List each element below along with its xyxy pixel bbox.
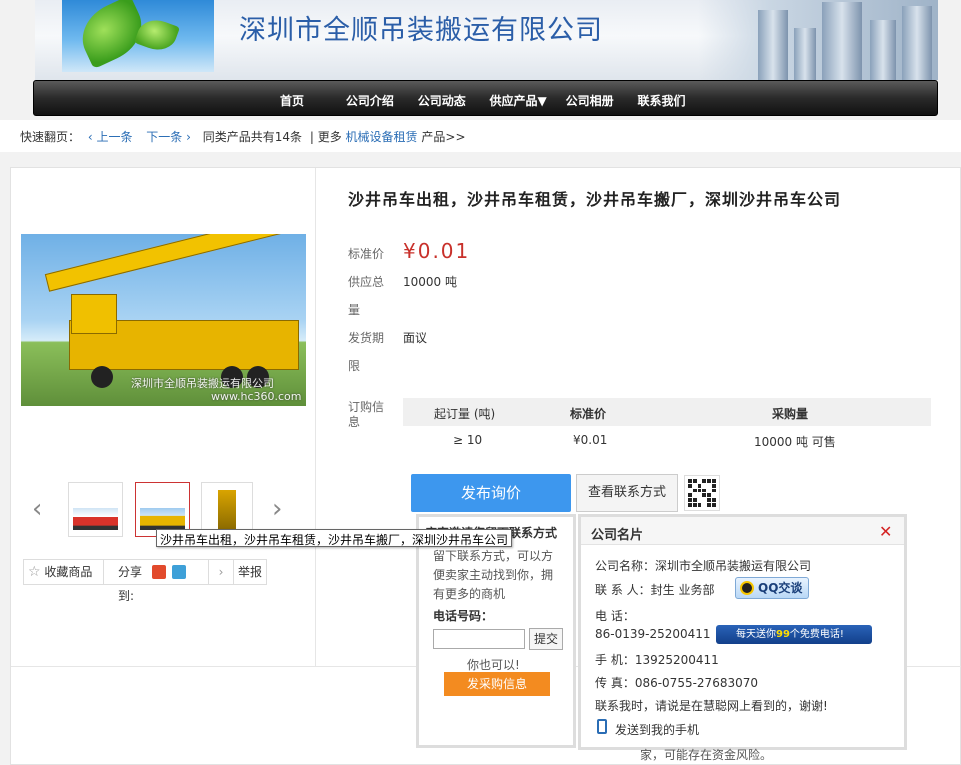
quick-nav-label: 快速翻页：	[20, 130, 81, 144]
share-weibo-icon[interactable]	[152, 565, 166, 579]
image-tooltip: 沙井吊车出租，沙井吊车租赁，沙井吊车搬厂，深圳沙井吊车公司	[156, 529, 513, 547]
more-prefix: | 更多	[309, 130, 342, 144]
header-price: 标准价	[570, 407, 607, 421]
panel-divider	[315, 168, 316, 666]
leave-contact-popup: 店家邀请您留下联系方式 留下联系方式，可以方便卖家主动找到你，拥有更多的商机 电…	[416, 514, 576, 748]
tel-value: 86-0139-25200411	[595, 627, 711, 641]
same-count-text: 同类产品共有14条	[202, 130, 303, 144]
qq-label: QQ交谈	[758, 581, 803, 595]
nav-album[interactable]: 公司相册	[566, 92, 614, 109]
delivery-label-2: 限	[348, 359, 361, 373]
watermark-line-1: 深圳市全顺吊装搬运有限公司	[131, 377, 274, 390]
nav-home[interactable]: 首页	[280, 92, 304, 109]
thumb-prev-icon[interactable]: ‹	[32, 496, 42, 522]
close-icon[interactable]: ✕	[879, 522, 892, 541]
crane-cab	[71, 294, 117, 334]
image-watermark: 深圳市全顺吊装搬运有限公司 www.hc360.com	[131, 377, 301, 403]
company-card-popup: 公司名片 ✕ 公司名称：深圳市全顺吊装搬运有限公司 联 系 人：封生 业务部 Q…	[578, 514, 907, 750]
view-contact-button[interactable]: 查看联系方式	[576, 474, 678, 512]
header-quantity: 采购量	[772, 407, 809, 421]
city-skyline-image	[698, 0, 938, 80]
phone-input[interactable]	[433, 629, 525, 649]
cell-min-order: ≥ 10	[453, 433, 483, 447]
qq-chat-button[interactable]: QQ交谈	[735, 577, 809, 599]
post-purchase-button[interactable]: 发采购信息	[444, 672, 550, 696]
report-label: 举报	[238, 565, 263, 579]
report-button[interactable]: 举报	[234, 560, 268, 584]
nav-products[interactable]: 供应产品▼	[490, 92, 547, 109]
card-title: 公司名片	[591, 528, 644, 543]
crane-boom	[44, 234, 283, 292]
nav-news[interactable]: 公司动态	[418, 92, 466, 109]
watermark-line-2: www.hc360.com	[211, 390, 302, 403]
favorite-label: 收藏商品	[44, 565, 93, 579]
delivery-label-1: 发货期	[348, 331, 385, 345]
favorite-button[interactable]: ☆ 收藏商品	[24, 560, 104, 584]
thumbnail-1[interactable]	[68, 482, 123, 537]
share-qzone-icon[interactable]	[172, 565, 186, 579]
submit-button[interactable]: 提交	[529, 628, 563, 650]
free-call-banner[interactable]: 每天送你99个免费电话!	[716, 625, 872, 644]
phone-label: 电话号码：	[433, 609, 494, 623]
supply-label-2: 量	[348, 303, 361, 317]
product-main-image[interactable]: 深圳市全顺吊装搬运有限公司 www.hc360.com	[21, 234, 306, 406]
card-header: 公司名片	[581, 517, 904, 545]
qq-icon	[740, 581, 754, 595]
share-label: 分享到:	[118, 565, 143, 603]
fax-line: 传 真：086-0755-27683070	[595, 676, 758, 690]
cell-price: ¥0.01	[573, 433, 608, 447]
star-icon: ☆	[28, 564, 41, 580]
delivery-value: 面议	[403, 331, 428, 345]
product-title: 沙井吊车出租，沙井吊车租赁，沙井吊车搬厂，深圳沙井吊车公司	[348, 190, 842, 209]
cell-quantity: 10000 吨 可售	[754, 435, 836, 449]
share-row: ☆ 收藏商品 分享到: › 举报	[23, 559, 268, 603]
also-text: 你也可以!	[467, 658, 520, 672]
contact-person-line: 联 系 人：封生 业务部	[595, 583, 715, 597]
supply-label-1: 供应总	[348, 275, 385, 289]
company-title: 深圳市全顺吊装搬运有限公司	[239, 15, 603, 46]
mobile-phone-icon	[597, 719, 607, 734]
risk-notice-fragment: 家，可能存在资金风险。	[640, 748, 773, 762]
next-link[interactable]: 下一条 ›	[146, 130, 191, 144]
thumb-next-icon[interactable]: ›	[272, 496, 282, 522]
main-nav: 首页 公司介绍 公司动态 供应产品▼ 公司相册 联系我们	[33, 80, 938, 116]
share-more-icon[interactable]: ›	[208, 560, 234, 584]
supply-value: 10000 吨	[403, 275, 457, 289]
wheel	[91, 366, 113, 388]
nav-about[interactable]: 公司介绍	[346, 92, 394, 109]
call-banner-text-a: 每天送你	[736, 629, 776, 640]
mobile-line: 手 机：13925200411	[595, 653, 719, 667]
contact-note: 联系我时，请说是在慧聪网上看到的，谢谢!	[595, 699, 828, 713]
order-label-2: 息	[348, 415, 361, 429]
nav-contact[interactable]: 联系我们	[637, 92, 685, 109]
order-table: 起订量 (吨) 标准价 采购量 ≥ 10 ¥0.01 10000 吨 可售	[403, 398, 931, 454]
price-value: ¥0.01	[403, 239, 471, 263]
call-banner-number: 99	[776, 629, 790, 640]
qr-code-icon[interactable]	[684, 475, 720, 511]
prev-link[interactable]: ‹ 上一条	[88, 130, 133, 144]
popup-description: 留下联系方式，可以方便卖家主动找到你，拥有更多的商机	[433, 549, 554, 601]
more-suffix: 产品>>	[421, 130, 466, 144]
table-row: ≥ 10 ¥0.01 10000 吨 可售	[403, 426, 931, 454]
header-banner: 深圳市全顺吊装搬运有限公司	[35, 0, 938, 80]
order-table-header: 起订量 (吨) 标准价 采购量	[403, 398, 931, 426]
company-name-line: 公司名称：深圳市全顺吊装搬运有限公司	[595, 559, 812, 573]
leaf-logo-image	[62, 0, 214, 72]
inquiry-button[interactable]: 发布询价	[411, 474, 571, 512]
call-banner-text-c: 个免费电话!	[789, 629, 844, 640]
more-category-link[interactable]: 机械设备租赁	[346, 130, 418, 144]
tel-label: 电 话：	[595, 609, 635, 623]
header-min-order: 起订量 (吨)	[434, 407, 496, 421]
share-control: 分享到:	[104, 560, 208, 603]
send-to-phone-link[interactable]: 发送到我的手机	[615, 721, 699, 738]
quick-page-nav: 快速翻页： ‹ 上一条 下一条 › 同类产品共有14条 | 更多 机械设备租赁 …	[0, 120, 961, 152]
price-label: 标准价	[348, 247, 385, 261]
